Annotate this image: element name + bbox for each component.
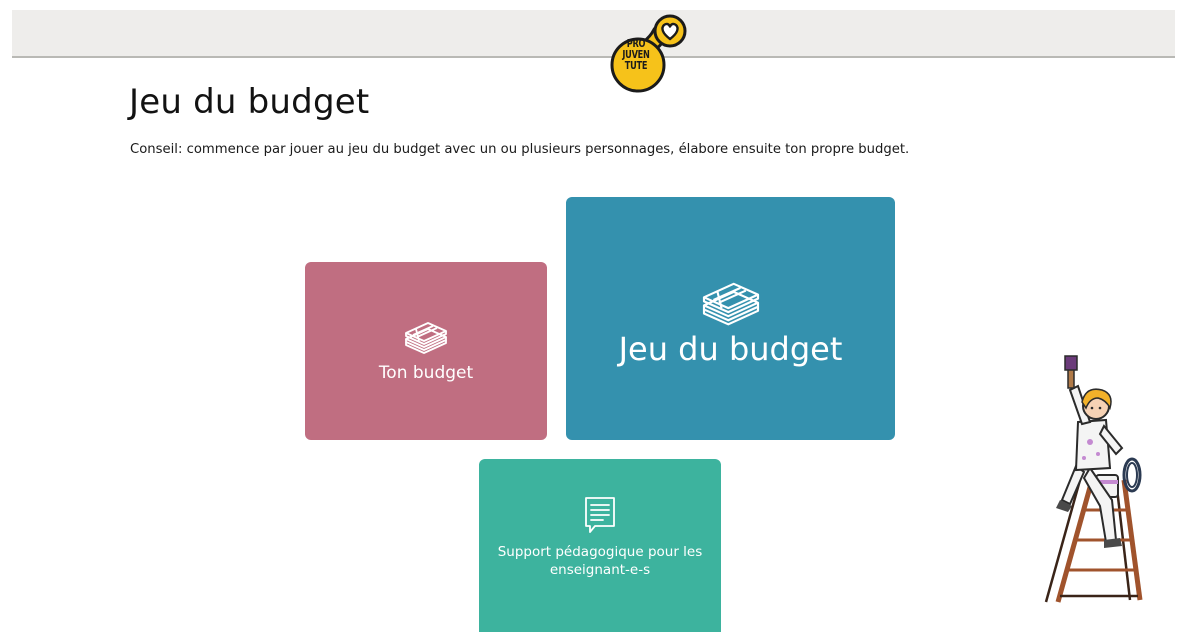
support-pedagogique-card[interactable]: Support pédagogique pour les enseignant-…	[479, 459, 721, 632]
page-tip: Conseil: commence par jouer au jeu du bu…	[130, 142, 910, 157]
ton-budget-card[interactable]: Ton budget	[305, 262, 547, 440]
logo-text: PRO JUVEN TUTE	[617, 39, 654, 72]
money-stack-icon	[702, 282, 759, 325]
page-title: Jeu du budget	[129, 82, 370, 122]
painter-on-ladder-illustration	[1044, 355, 1143, 603]
document-icon	[585, 497, 615, 533]
support-pedagogique-label: Support pédagogique pour les enseignant-…	[497, 544, 703, 578]
money-stack-icon	[405, 322, 447, 354]
jeu-du-budget-label: Jeu du budget	[618, 329, 843, 368]
ton-budget-label: Ton budget	[378, 363, 474, 383]
jeu-du-budget-card[interactable]: Jeu du budget	[566, 197, 895, 440]
logo-line-3: TUTE	[624, 60, 648, 72]
header-bar	[12, 10, 1175, 58]
page: PRO JUVEN TUTE Jeu du budget Conseil: co…	[0, 0, 1177, 632]
